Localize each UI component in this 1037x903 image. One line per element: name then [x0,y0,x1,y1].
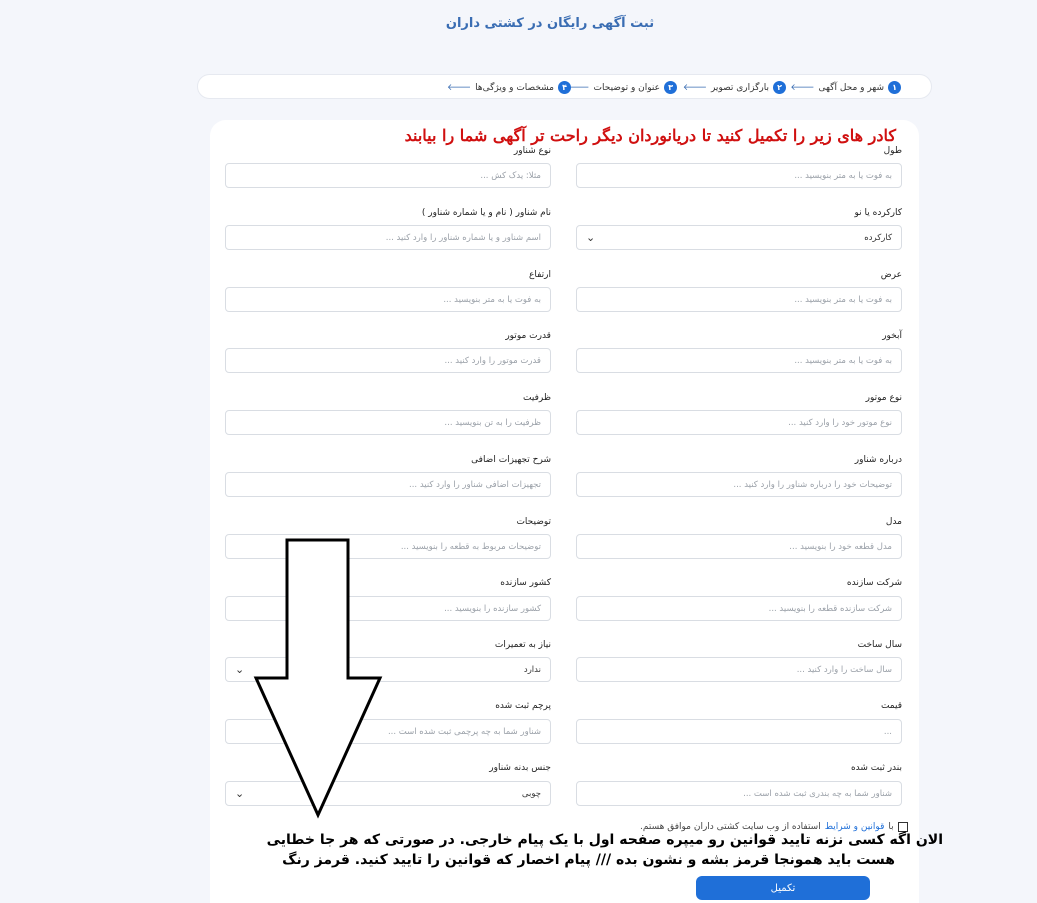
annotation-line-2: هست باید همونجا قرمز بشه و نشون بده /// … [282,852,895,868]
annotation-arrow [253,538,383,819]
annotation-text: الان اگه کسی نزنه تایید قوانین رو میپره … [228,830,943,870]
submit-button[interactable]: تکمیل [696,876,870,900]
annotation-line-1: الان اگه کسی نزنه تایید قوانین رو میپره … [266,832,943,848]
